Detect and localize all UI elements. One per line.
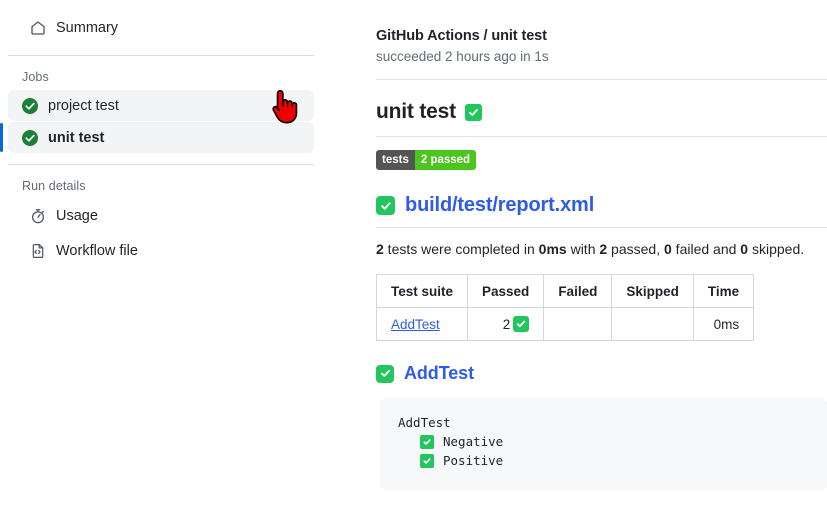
report-heading-row: build/test/report.xml: [376, 194, 827, 217]
column-header-test-suite: Test suite: [375, 274, 469, 308]
sidebar-job-label: unit test: [48, 129, 105, 146]
green-check-box-icon: [376, 364, 394, 383]
job-title-row: unit test: [376, 100, 827, 124]
divider-under-report-link: [376, 227, 827, 228]
breadcrumb: GitHub Actions / unit test: [376, 28, 547, 44]
sidebar-job-label: project test: [48, 97, 119, 114]
test-summary-sentence: 2 tests were completed in 0ms with 2 pas…: [376, 241, 827, 257]
sidebar-section-run-details-label: Run details: [22, 179, 86, 193]
sidebar-item-usage[interactable]: Usage: [8, 199, 314, 232]
cell-time: 0ms: [692, 307, 755, 341]
column-header-time: Time: [692, 274, 755, 308]
divider-under-breadcrumb: [376, 79, 827, 80]
summary-text-2: with: [566, 241, 600, 257]
green-check-box-icon: [513, 316, 530, 332]
sidebar-item-workflow-file[interactable]: Workflow file: [8, 234, 314, 267]
summary-total-count: 2: [376, 241, 384, 257]
green-check-box-icon: [420, 435, 434, 449]
run-status-line: succeeded 2 hours ago in 1s: [376, 49, 549, 64]
green-check-box-icon: [420, 454, 434, 468]
sidebar-divider-bottom: [8, 164, 314, 165]
column-header-failed: Failed: [543, 274, 613, 308]
sidebar-section-jobs-label: Jobs: [22, 70, 49, 84]
summary-failed-count: 0: [664, 241, 672, 257]
sidebar-item-summary-label: Summary: [56, 19, 119, 36]
divider-under-job-title: [376, 136, 827, 137]
sidebar-item-workflow-file-label: Workflow file: [56, 242, 138, 259]
green-check-box-icon: [376, 196, 395, 215]
status-badge: tests 2 passed: [376, 150, 477, 170]
summary-text-5: skipped.: [748, 241, 805, 257]
table-row: AddTest 2 0ms: [375, 307, 755, 341]
code-block-case-label: Negative: [443, 434, 504, 449]
cell-passed-value: 2: [502, 316, 511, 332]
cell-passed: 2: [467, 307, 545, 341]
summary-text-1: tests were completed in: [383, 241, 539, 257]
success-check-circle-icon: [22, 129, 38, 146]
summary-text-3: passed,: [607, 241, 664, 257]
sidebar-item-summary[interactable]: Summary: [8, 11, 314, 44]
sidebar-item-usage-label: Usage: [56, 207, 98, 224]
cell-skipped: [611, 307, 694, 341]
test-suite-link[interactable]: AddTest: [391, 317, 440, 332]
report-file-link[interactable]: build/test/report.xml: [405, 194, 594, 217]
test-case-code-block: AddTest Negative Positive: [380, 398, 827, 490]
test-results-table: Test suite Passed Failed Skipped Time Ad…: [375, 274, 755, 341]
suite-heading-row: AddTest: [376, 363, 827, 384]
summary-skipped-count: 0: [740, 241, 749, 257]
suite-name-link[interactable]: AddTest: [404, 363, 474, 384]
summary-passed-count: 2: [599, 241, 608, 257]
stopwatch-icon: [30, 208, 46, 224]
status-badge-value: 2 passed: [414, 150, 477, 170]
sidebar-job-unit-test[interactable]: unit test: [0, 122, 314, 153]
sidebar-divider-top: [8, 55, 314, 56]
file-code-icon: [30, 243, 46, 259]
success-check-circle-icon: [22, 97, 38, 114]
cell-test-suite: AddTest: [375, 307, 469, 341]
summary-text-4: failed and: [671, 241, 741, 257]
code-block-case-label: Positive: [443, 453, 504, 468]
code-block-case-positive: Positive: [398, 452, 809, 470]
summary-duration: 0ms: [538, 241, 567, 257]
code-block-root-label: AddTest: [398, 415, 451, 430]
table-header-row: Test suite Passed Failed Skipped Time: [375, 274, 755, 308]
status-badge-label: tests: [376, 150, 415, 170]
page-title: unit test: [376, 100, 456, 123]
column-header-passed: Passed: [467, 274, 545, 308]
green-check-box-icon: [464, 103, 482, 121]
sidebar-job-project-test[interactable]: project test: [8, 90, 314, 121]
sidebar: Summary Jobs project test unit test Run …: [0, 0, 330, 508]
code-block-case-negative: Negative: [398, 433, 809, 451]
home-icon: [30, 20, 46, 36]
column-header-skipped: Skipped: [611, 274, 694, 308]
main-content: GitHub Actions / unit test succeeded 2 h…: [330, 0, 827, 508]
cell-failed: [543, 307, 613, 341]
